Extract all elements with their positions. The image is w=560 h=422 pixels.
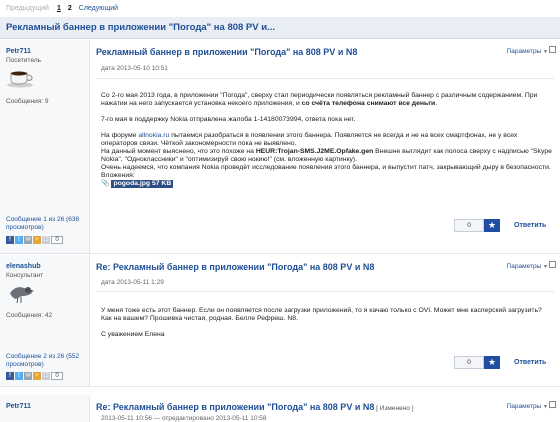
chevron-down-icon: ▼ xyxy=(543,264,548,270)
email-icon[interactable]: ✉ xyxy=(24,236,32,244)
paragraph: У меня тоже есть этот баннер. Если он по… xyxy=(101,307,542,322)
post-date: дата 2013-05-10 10:51 xyxy=(101,65,168,72)
bold-text: со счёта телефона снимают все деньги xyxy=(301,100,436,107)
select-checkbox[interactable] xyxy=(549,46,556,53)
paragraph: 7-го мая в поддержку Nokia отправлена жа… xyxy=(101,116,356,123)
edited-label: [ Изменено ] xyxy=(374,405,414,412)
pagination: Предыдущий 1 2 Следующий xyxy=(0,0,560,17)
author-rank: Консультант xyxy=(6,272,44,279)
chevron-down-icon: ▼ xyxy=(543,49,548,55)
next-page-link[interactable]: Следующий xyxy=(79,5,118,12)
post-title-text: Re: Рекламный баннер в приложении "Погод… xyxy=(96,402,375,412)
page-1-link[interactable]: 1 xyxy=(57,5,61,12)
message-count: Сообщения: 42 xyxy=(6,312,53,319)
attachment: 📎 pogoda.jpg 57 KB xyxy=(101,180,553,188)
kudos-count: 0 xyxy=(454,356,484,369)
bookmark-icon[interactable]: ☐ xyxy=(42,236,50,244)
paragraph: Со 2-го мая 2013 года, в приложении "Пог… xyxy=(101,92,553,108)
options-menu[interactable]: Параметры ▼ xyxy=(507,48,548,55)
attachment-link[interactable]: pogoda.jpg 57 KB xyxy=(111,180,174,188)
paragraph: Очень надеемся, что компания Nokia прове… xyxy=(101,164,551,171)
bold-text: HEUR:Trojan-SMS.J2ME.Opfake.gen xyxy=(255,148,374,155)
author-panel: Petr711 Посетитель Сообщения: 9 Сообщени… xyxy=(0,40,90,253)
divider xyxy=(96,78,554,79)
options-label: Параметры xyxy=(506,403,542,410)
star-icon[interactable]: ★ xyxy=(484,219,500,232)
author-name[interactable]: elenashub xyxy=(6,263,41,270)
author-panel: Petr711 xyxy=(0,395,90,422)
post-body: Со 2-го мая 2013 года, в приложении "Пог… xyxy=(101,92,553,188)
options-label: Параметры xyxy=(506,263,542,270)
paperclip-icon: 📎 xyxy=(101,180,110,187)
text: На данный момент выяснено, что это похож… xyxy=(101,148,256,155)
twitter-icon[interactable]: t xyxy=(15,236,23,244)
share-icon[interactable]: + xyxy=(33,372,41,380)
options-menu[interactable]: Параметры ▼ xyxy=(507,403,548,410)
share-bar: f t ✉ + ☐ 0 xyxy=(6,372,63,380)
thread-title: Рекламный баннер в приложении "Погода" н… xyxy=(0,17,560,39)
post-title[interactable]: Рекламный баннер в приложении "Погода" н… xyxy=(96,47,357,57)
facebook-icon[interactable]: f xyxy=(6,372,14,380)
post-date: дата 2013-05-11 1:29 xyxy=(101,279,164,286)
post-number: Сообщение 2 из 26 (552 просмотров) xyxy=(6,353,88,369)
post-3: Petr711 Re: Рекламный баннер в приложени… xyxy=(0,395,560,422)
kudos-count: 0 xyxy=(454,219,484,232)
post-number-prefix: Сообщение xyxy=(6,216,44,223)
post-number-prefix: Сообщение xyxy=(6,353,44,360)
select-checkbox[interactable] xyxy=(549,401,556,408)
signature: С уважением Елена xyxy=(101,331,165,338)
paragraph: На данный момент выяснено, что это похож… xyxy=(101,148,553,164)
pigeon-avatar-icon[interactable] xyxy=(6,281,38,304)
coffee-cup-avatar-icon[interactable] xyxy=(6,68,38,90)
text: . xyxy=(435,100,438,107)
post-number: Сообщение 1 из 26 (636 просмотров) xyxy=(6,216,88,232)
attachments-label: Вложения: xyxy=(101,172,135,179)
reply-button[interactable]: Ответить xyxy=(514,359,546,366)
options-menu[interactable]: Параметры ▼ xyxy=(507,263,548,270)
author-rank: Посетитель xyxy=(6,57,42,64)
post-body: У меня тоже есть этот баннер. Если он по… xyxy=(101,307,553,347)
paragraph: На форуме allnokia.ru пытаемся разобрать… xyxy=(101,132,553,148)
bookmark-icon[interactable]: ☐ xyxy=(42,372,50,380)
share-icon[interactable]: + xyxy=(33,236,41,244)
author-name[interactable]: Petr711 xyxy=(6,403,31,410)
share-bar: f t ✉ + ☐ 0 xyxy=(6,236,63,244)
star-icon[interactable]: ★ xyxy=(484,356,500,369)
twitter-icon[interactable]: t xyxy=(15,372,23,380)
author-panel: elenashub Консультант Сообщения: 42 Сооб… xyxy=(0,255,90,386)
prev-page-link: Предыдущий xyxy=(6,5,49,12)
post-title[interactable]: Re: Рекламный баннер в приложении "Погод… xyxy=(96,402,414,412)
options-label: Параметры xyxy=(506,48,542,55)
select-checkbox[interactable] xyxy=(549,261,556,268)
chevron-down-icon: ▼ xyxy=(543,404,548,410)
author-name[interactable]: Petr711 xyxy=(6,48,31,55)
email-icon[interactable]: ✉ xyxy=(24,372,32,380)
divider xyxy=(96,291,554,292)
facebook-icon[interactable]: f xyxy=(6,236,14,244)
message-count: Сообщения: 9 xyxy=(6,98,49,105)
rating-count[interactable]: 0 xyxy=(51,372,63,380)
post-title[interactable]: Re: Рекламный баннер в приложении "Погод… xyxy=(96,262,374,272)
page-2-link[interactable]: 2 xyxy=(68,5,72,12)
rating-count[interactable]: 0 xyxy=(51,236,63,244)
reply-button[interactable]: Ответить xyxy=(514,222,546,229)
allnokia-link[interactable]: allnokia.ru xyxy=(138,132,169,139)
post-1: Petr711 Посетитель Сообщения: 9 Сообщени… xyxy=(0,40,560,254)
post-2: elenashub Консультант Сообщения: 42 Сооб… xyxy=(0,255,560,387)
text: На форуме xyxy=(101,132,139,139)
post-date: 2013-05-11 10:56 — отредактировано 2013-… xyxy=(101,415,267,422)
